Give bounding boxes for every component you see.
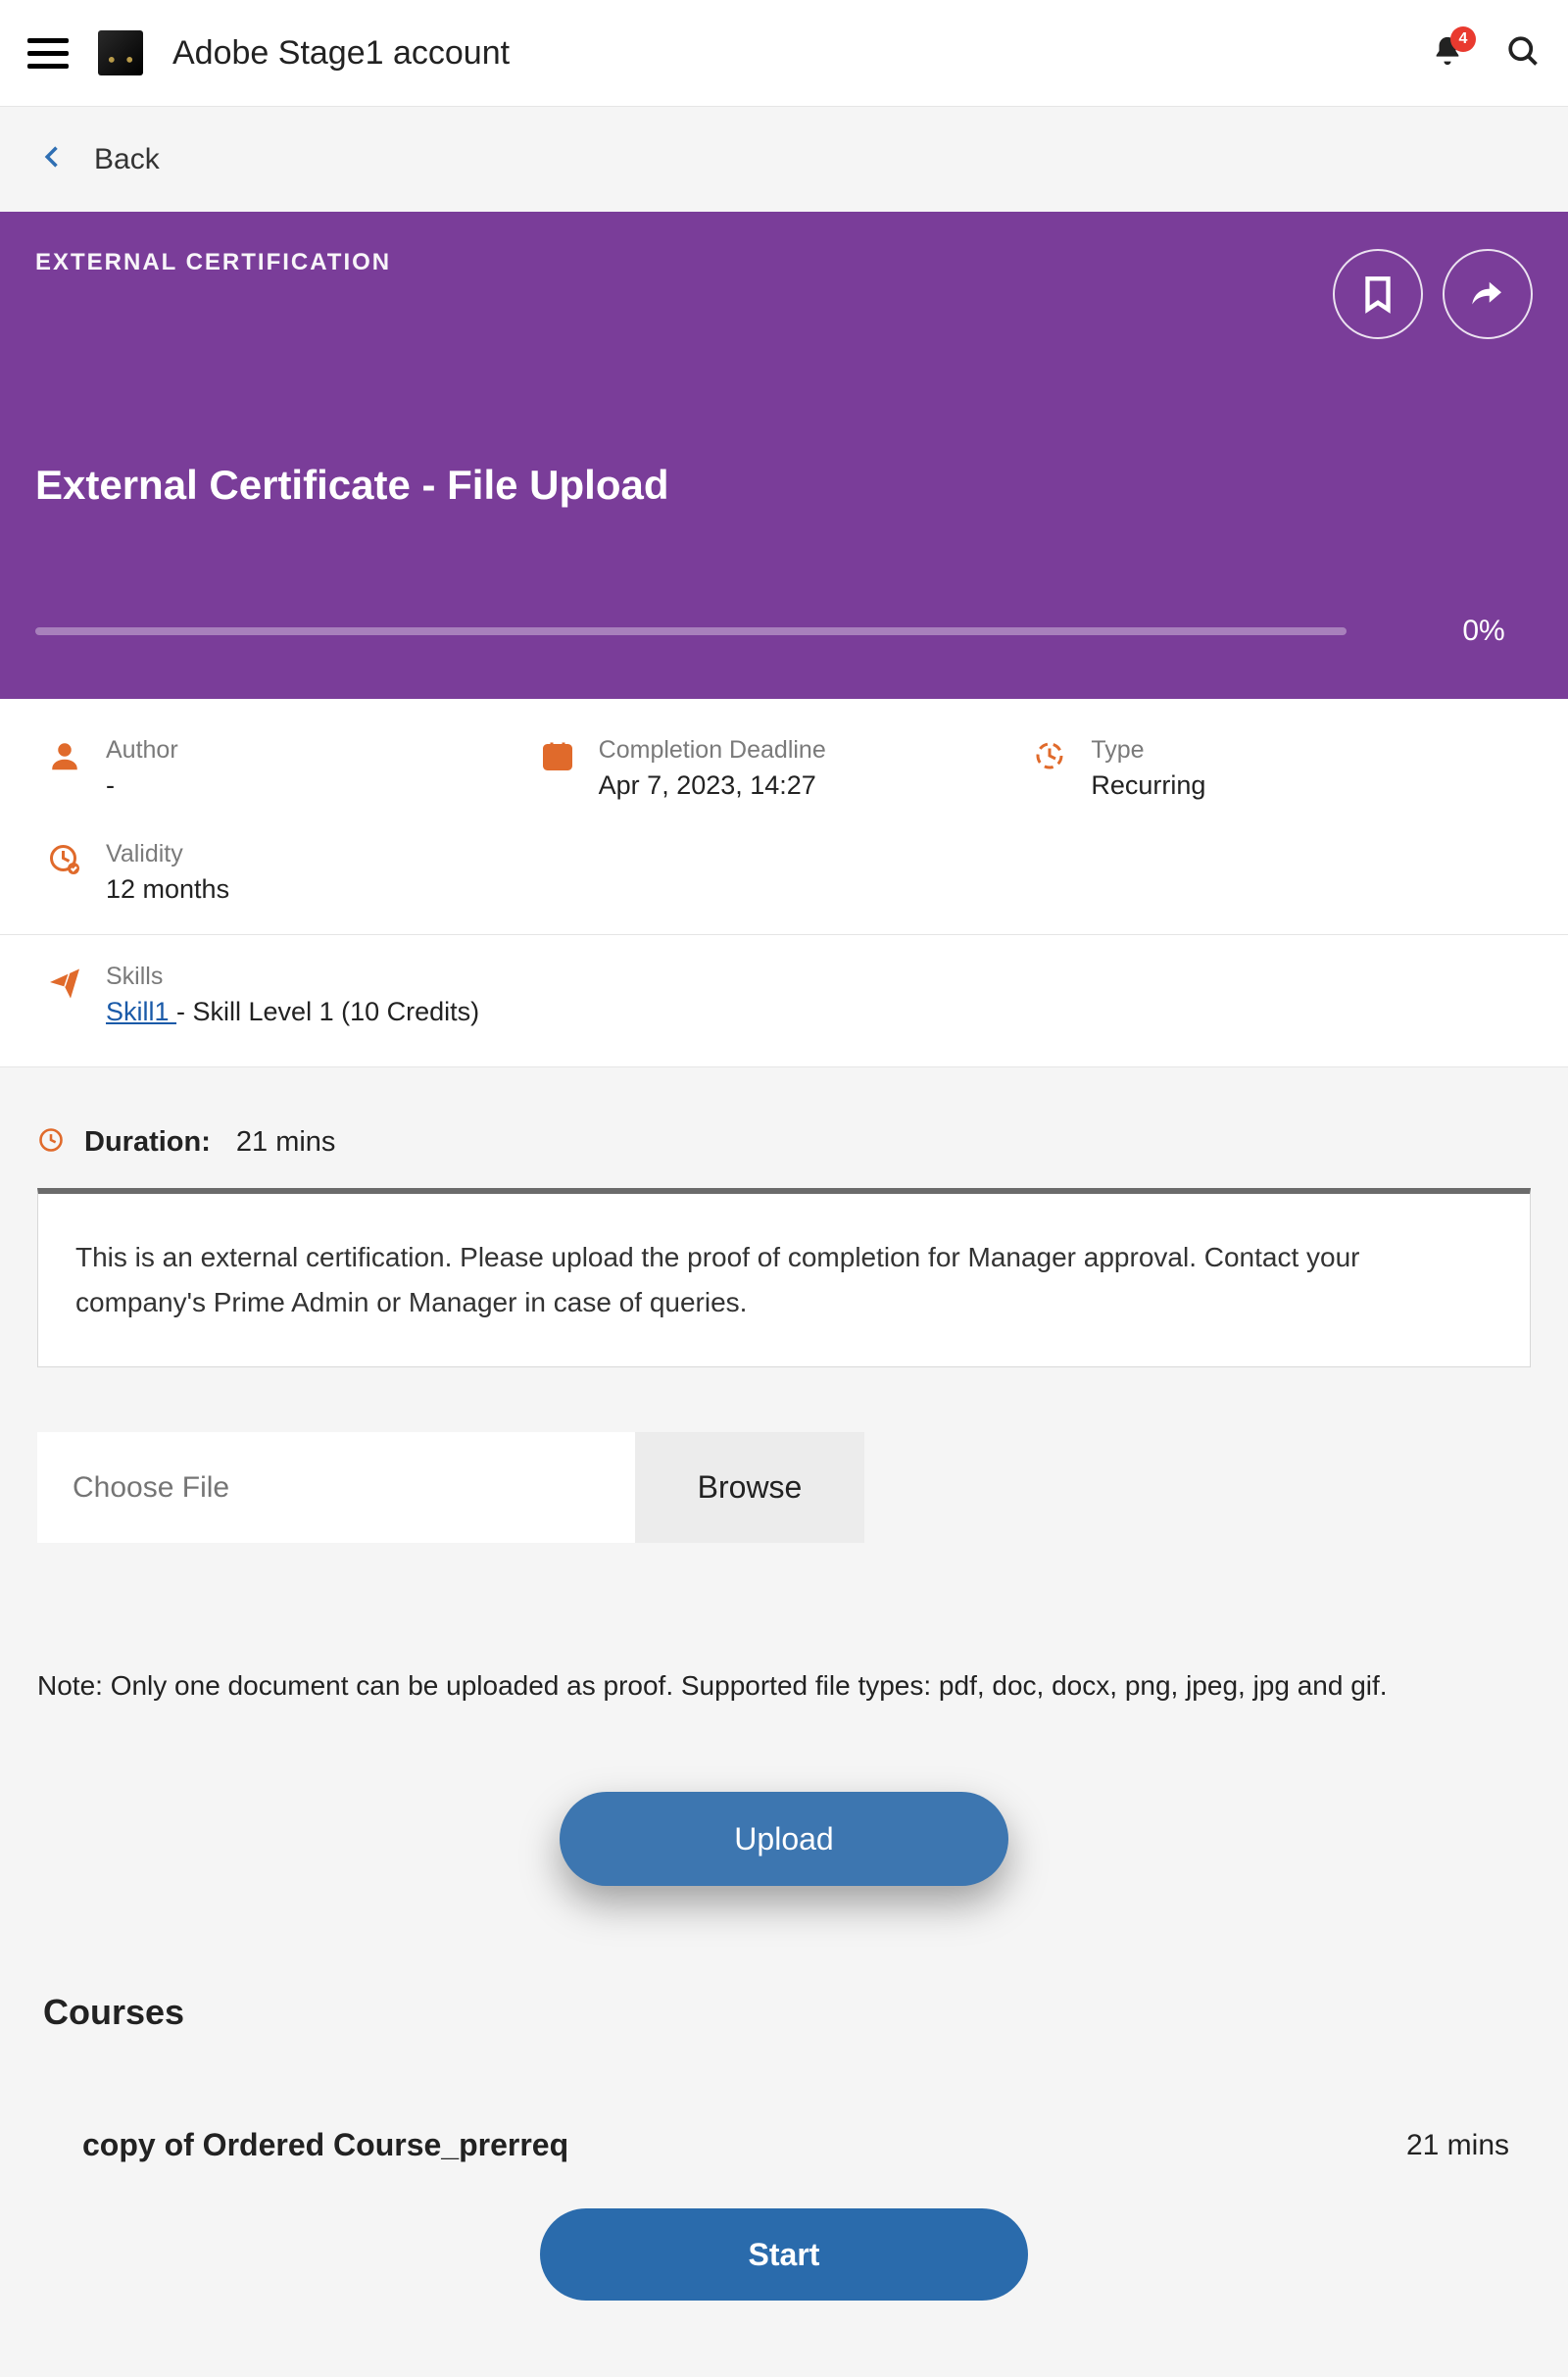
page-title: External Certificate - File Upload bbox=[35, 462, 1533, 509]
meta-value: Recurring bbox=[1091, 770, 1205, 801]
meta-author: Author - bbox=[45, 736, 538, 801]
courses-heading: Courses bbox=[43, 1992, 1568, 2033]
course-duration: 21 mins bbox=[1406, 2129, 1509, 2162]
meta-value: Apr 7, 2023, 14:27 bbox=[599, 770, 826, 801]
course-row: copy of Ordered Course_prerreq 21 mins bbox=[82, 2127, 1509, 2163]
duration-row: Duration: 21 mins bbox=[0, 1067, 1568, 1188]
meta-label: Type bbox=[1091, 736, 1205, 765]
app-title: Adobe Stage1 account bbox=[172, 34, 510, 73]
progress-bar bbox=[35, 627, 1347, 635]
meta-label: Validity bbox=[106, 840, 229, 868]
bookmark-button[interactable] bbox=[1333, 249, 1423, 339]
share-arrow-icon bbox=[1467, 273, 1508, 315]
person-icon bbox=[45, 736, 84, 775]
progress-row: 0% bbox=[35, 615, 1533, 648]
meta-value: 12 months bbox=[106, 874, 229, 905]
bookmark-icon bbox=[1357, 273, 1398, 315]
course-name: copy of Ordered Course_prerreq bbox=[82, 2127, 568, 2163]
app-bar-right: 4 bbox=[1431, 33, 1541, 74]
paper-plane-icon bbox=[45, 963, 84, 1002]
notification-badge: 4 bbox=[1450, 26, 1476, 52]
meta-label: Author bbox=[106, 736, 178, 765]
start-button[interactable]: Start bbox=[540, 2208, 1028, 2301]
hero-top: EXTERNAL CERTIFICATION bbox=[35, 249, 1533, 339]
meta-type: Type Recurring bbox=[1030, 736, 1523, 801]
bell-icon bbox=[1431, 55, 1464, 72]
notifications-button[interactable]: 4 bbox=[1431, 34, 1464, 73]
duration-label: Duration: bbox=[84, 1126, 211, 1159]
search-icon[interactable] bbox=[1505, 33, 1541, 74]
upload-button[interactable]: Upload bbox=[560, 1792, 1008, 1886]
browse-button[interactable]: Browse bbox=[635, 1432, 864, 1543]
app-bar: Adobe Stage1 account 4 bbox=[0, 0, 1568, 107]
calendar-icon bbox=[538, 736, 577, 775]
meta-section: Author - Completion Deadline Apr 7, 2023… bbox=[0, 699, 1568, 935]
share-button[interactable] bbox=[1443, 249, 1533, 339]
meta-label: Completion Deadline bbox=[599, 736, 826, 765]
meta-deadline: Completion Deadline Apr 7, 2023, 14:27 bbox=[538, 736, 1031, 801]
hamburger-icon[interactable] bbox=[27, 32, 69, 74]
recurring-icon bbox=[1030, 736, 1069, 775]
hero-banner: EXTERNAL CERTIFICATION External Certific… bbox=[0, 212, 1568, 699]
app-bar-left: Adobe Stage1 account bbox=[27, 30, 510, 75]
clock-icon bbox=[37, 1126, 65, 1159]
hero-actions bbox=[1333, 249, 1533, 339]
info-card: This is an external certification. Pleas… bbox=[37, 1188, 1531, 1367]
file-input[interactable] bbox=[37, 1432, 635, 1543]
back-button[interactable]: Back bbox=[94, 143, 160, 176]
file-chooser: Browse bbox=[37, 1432, 1531, 1543]
meta-value: - bbox=[106, 770, 178, 801]
hero-eyebrow: EXTERNAL CERTIFICATION bbox=[35, 249, 391, 276]
file-note: Note: Only one document can be uploaded … bbox=[37, 1670, 1531, 1702]
progress-percent: 0% bbox=[1435, 615, 1533, 648]
app-logo bbox=[98, 30, 143, 75]
skills-line: Skill1 - Skill Level 1 (10 Credits) bbox=[106, 997, 479, 1027]
skill-detail: - Skill Level 1 (10 Credits) bbox=[176, 997, 479, 1026]
back-bar: Back bbox=[0, 107, 1568, 212]
validity-icon bbox=[45, 840, 84, 879]
meta-validity: Validity 12 months bbox=[45, 840, 538, 905]
chevron-left-icon[interactable] bbox=[39, 143, 67, 175]
skill-link[interactable]: Skill1 bbox=[106, 997, 176, 1026]
skills-section: Skills Skill1 - Skill Level 1 (10 Credit… bbox=[0, 935, 1568, 1067]
skills-label: Skills bbox=[106, 963, 479, 991]
duration-value: 21 mins bbox=[236, 1126, 336, 1159]
